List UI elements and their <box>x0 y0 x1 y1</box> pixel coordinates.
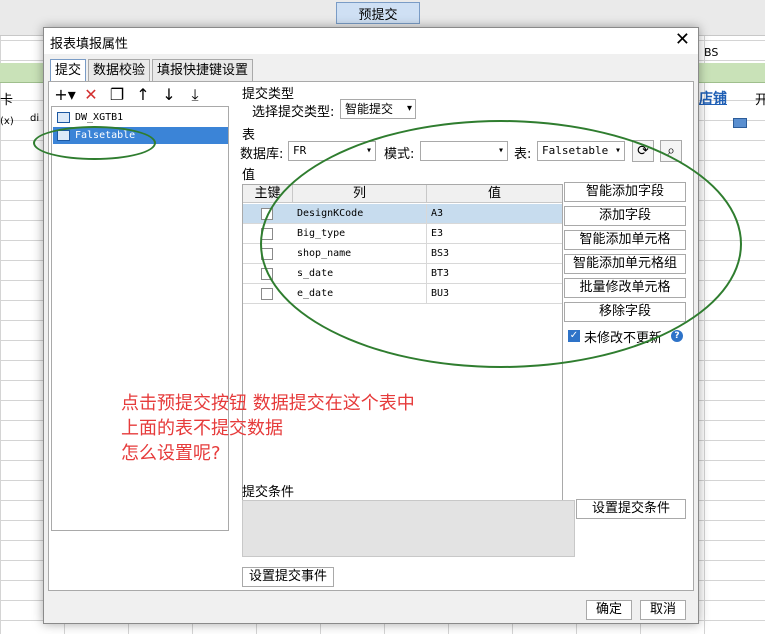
table-icon <box>57 112 70 123</box>
sheet-cell-shop[interactable]: 店铺 <box>699 88 727 108</box>
condition-area <box>242 500 575 557</box>
tree-item-dw-xgtb1[interactable]: DW_XGTB1 <box>53 109 228 126</box>
dialog-title: 报表填报属性 <box>50 37 129 52</box>
annotation-ellipse-large <box>260 120 742 368</box>
sheet-column-label-bs: BS <box>704 46 719 59</box>
sheet-cell-di: di <box>30 113 40 124</box>
copy-icon[interactable]: ❐ <box>106 84 128 106</box>
database-value: FR <box>293 144 307 157</box>
move-up-icon[interactable]: ↑ <box>132 84 154 106</box>
set-condition-button[interactable]: 设置提交条件 <box>576 499 686 519</box>
condition-section-title: 提交条件 <box>242 485 295 500</box>
submit-type-value: 智能提交 <box>345 102 394 116</box>
add-icon[interactable]: +▾ <box>54 84 76 106</box>
help-icon[interactable]: ? <box>671 330 683 342</box>
sheet-header-band-right <box>699 63 765 83</box>
submit-type-select[interactable]: 智能提交 ▾ <box>340 99 416 119</box>
annotation-line: 点击预提交按钮 数据提交在这个表中 <box>121 393 415 414</box>
value-section-title: 值 <box>242 168 256 183</box>
sheet-cell-ka: 卡 <box>0 93 14 108</box>
pre-submit-button[interactable]: 预提交 <box>336 2 420 24</box>
move-bottom-icon[interactable]: ⤓ <box>184 84 206 106</box>
database-label: 数据库: <box>240 147 284 162</box>
tab-submit[interactable]: 提交 <box>50 59 87 82</box>
submit-type-label: 选择提交类型: <box>252 105 335 120</box>
move-down-icon[interactable]: ↓ <box>158 84 180 106</box>
chevron-down-icon: ▾ <box>406 103 412 114</box>
ok-button[interactable]: 确定 <box>586 600 632 620</box>
close-icon[interactable]: ✕ <box>675 30 690 50</box>
table-section-title: 表 <box>242 128 256 143</box>
cancel-button[interactable]: 取消 <box>640 600 686 620</box>
tree-item-label: DW_XGTB1 <box>75 112 124 123</box>
sheet-cell-kai: 开 <box>755 93 765 108</box>
tab-data-validation[interactable]: 数据校验 <box>88 59 151 81</box>
sheet-header-band-left <box>0 63 44 83</box>
primary-key-checkbox[interactable] <box>261 288 273 300</box>
sheet-dropdown-icon[interactable] <box>733 118 747 128</box>
annotation-ellipse-small <box>33 126 156 160</box>
submit-type-section-title: 提交类型 <box>242 87 295 102</box>
tab-shortcut-settings[interactable]: 填报快捷键设置 <box>152 59 254 81</box>
dialog-titlebar: 报表填报属性 ✕ <box>44 28 698 54</box>
annotation-line: 上面的表不提交数据 <box>121 418 283 439</box>
tree-toolbar: +▾ ✕ ❐ ↑ ↓ ⤓ <box>54 84 206 106</box>
annotation-line: 怎么设置呢? <box>121 443 221 464</box>
annotation-text: 点击预提交按钮 数据提交在这个表中 上面的表不提交数据 怎么设置呢? <box>121 391 415 466</box>
submit-tree: DW_XGTB1 Falsetable <box>51 106 229 531</box>
delete-icon[interactable]: ✕ <box>80 84 102 106</box>
set-submit-event-button[interactable]: 设置提交事件 <box>242 567 334 587</box>
sheet-cell-formula: (x) <box>0 116 14 127</box>
tab-bar: 提交 数据校验 填报快捷键设置 <box>50 59 255 82</box>
